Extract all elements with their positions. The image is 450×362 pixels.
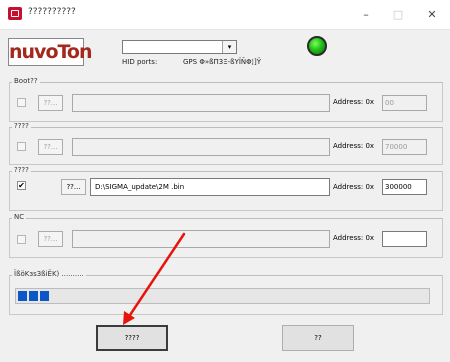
title-bar: ?????????? – □ ✕ [0,0,450,30]
progress-label: ÏßöKɜs3ßiËK) .......... [12,270,86,278]
file-path-boot[interactable] [72,94,330,112]
checkmark-icon: ✔ [18,181,25,190]
hid-port-select[interactable] [122,40,237,54]
address-input-region-3[interactable]: 300000 [382,179,427,195]
chevron-down-icon[interactable]: ▾ [222,41,236,53]
close-button[interactable]: ✕ [416,0,448,30]
address-label-region-3: Address: 0x [333,183,375,191]
progress-bar [15,288,430,304]
checkbox-nc[interactable] [17,235,26,244]
address-input-nc[interactable] [382,231,427,247]
address-label-region-2: Address: 0x [333,142,375,150]
file-path-region-3[interactable]: D:\SIGMA_update\2M .bin [90,178,330,196]
checkbox-region-2[interactable] [17,142,26,151]
group-boot-title: Boot?? [12,77,40,85]
secondary-button[interactable]: ?? [282,325,354,351]
progress-block [29,291,38,301]
progress-block [40,291,49,301]
address-label-nc: Address: 0x [333,234,375,242]
progress-block [18,291,27,301]
app-icon [8,7,22,20]
hid-ports-value: GPS Φ»ßΠ3Ξ-ßΥÏÑΦ¦]Ÿ [183,58,262,66]
browse-button-region-3[interactable]: ??... [61,179,86,195]
checkbox-region-3[interactable]: ✔ [17,181,26,190]
address-input-region-2[interactable]: 70000 [382,139,427,155]
window-title: ?????????? [28,7,76,17]
nuvoton-logo: nuvoTon [8,38,93,66]
group-region-2-title: ???? [12,122,31,130]
address-input-boot[interactable]: 00 [382,95,427,111]
checkbox-boot[interactable] [17,98,26,107]
group-nc-title: NC [12,213,27,221]
browse-button-boot[interactable]: ??... [38,95,63,111]
file-path-region-2[interactable] [72,138,330,156]
file-path-nc[interactable] [72,230,330,248]
browse-button-region-2[interactable]: ??... [38,139,63,155]
start-button[interactable]: ???? [96,325,168,351]
hid-ports-label: HID ports: [122,58,158,66]
address-label-boot: Address: 0x [333,98,375,106]
maximize-button: □ [392,8,404,21]
connection-status-led [307,36,327,56]
browse-button-nc[interactable]: ??... [38,231,63,247]
group-region-3-title: ???? [12,166,31,174]
minimize-button[interactable]: – [350,0,382,30]
